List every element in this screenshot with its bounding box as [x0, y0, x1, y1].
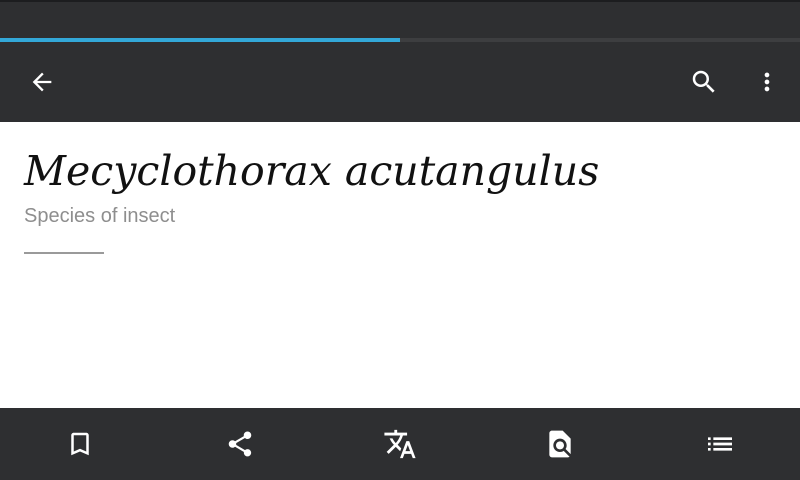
status-bar [0, 0, 800, 38]
share-icon [228, 431, 252, 457]
find-in-page-icon [549, 430, 571, 458]
share-button[interactable] [160, 408, 320, 480]
article-content: Mecyclothorax acutangulus Species of ins… [0, 122, 800, 408]
top-toolbar [0, 42, 800, 122]
search-button[interactable] [678, 56, 730, 108]
translate-icon [384, 429, 416, 459]
bottom-action-bar [0, 408, 800, 480]
overflow-menu-button[interactable] [741, 56, 793, 108]
find-in-page-button[interactable] [480, 408, 640, 480]
search-icon [692, 70, 715, 93]
article-title: Mecyclothorax acutangulus [24, 147, 600, 195]
bookmark-button[interactable] [0, 408, 160, 480]
article-description: Species of insect [24, 205, 176, 227]
back-button[interactable] [16, 56, 68, 108]
table-of-contents-button[interactable] [640, 408, 800, 480]
title-divider [24, 252, 104, 254]
table-of-contents-icon [708, 437, 732, 451]
bookmark-icon [71, 432, 89, 456]
arrow-back-icon [32, 72, 52, 92]
translate-button[interactable] [320, 408, 480, 480]
more-vert-icon [764, 72, 770, 92]
